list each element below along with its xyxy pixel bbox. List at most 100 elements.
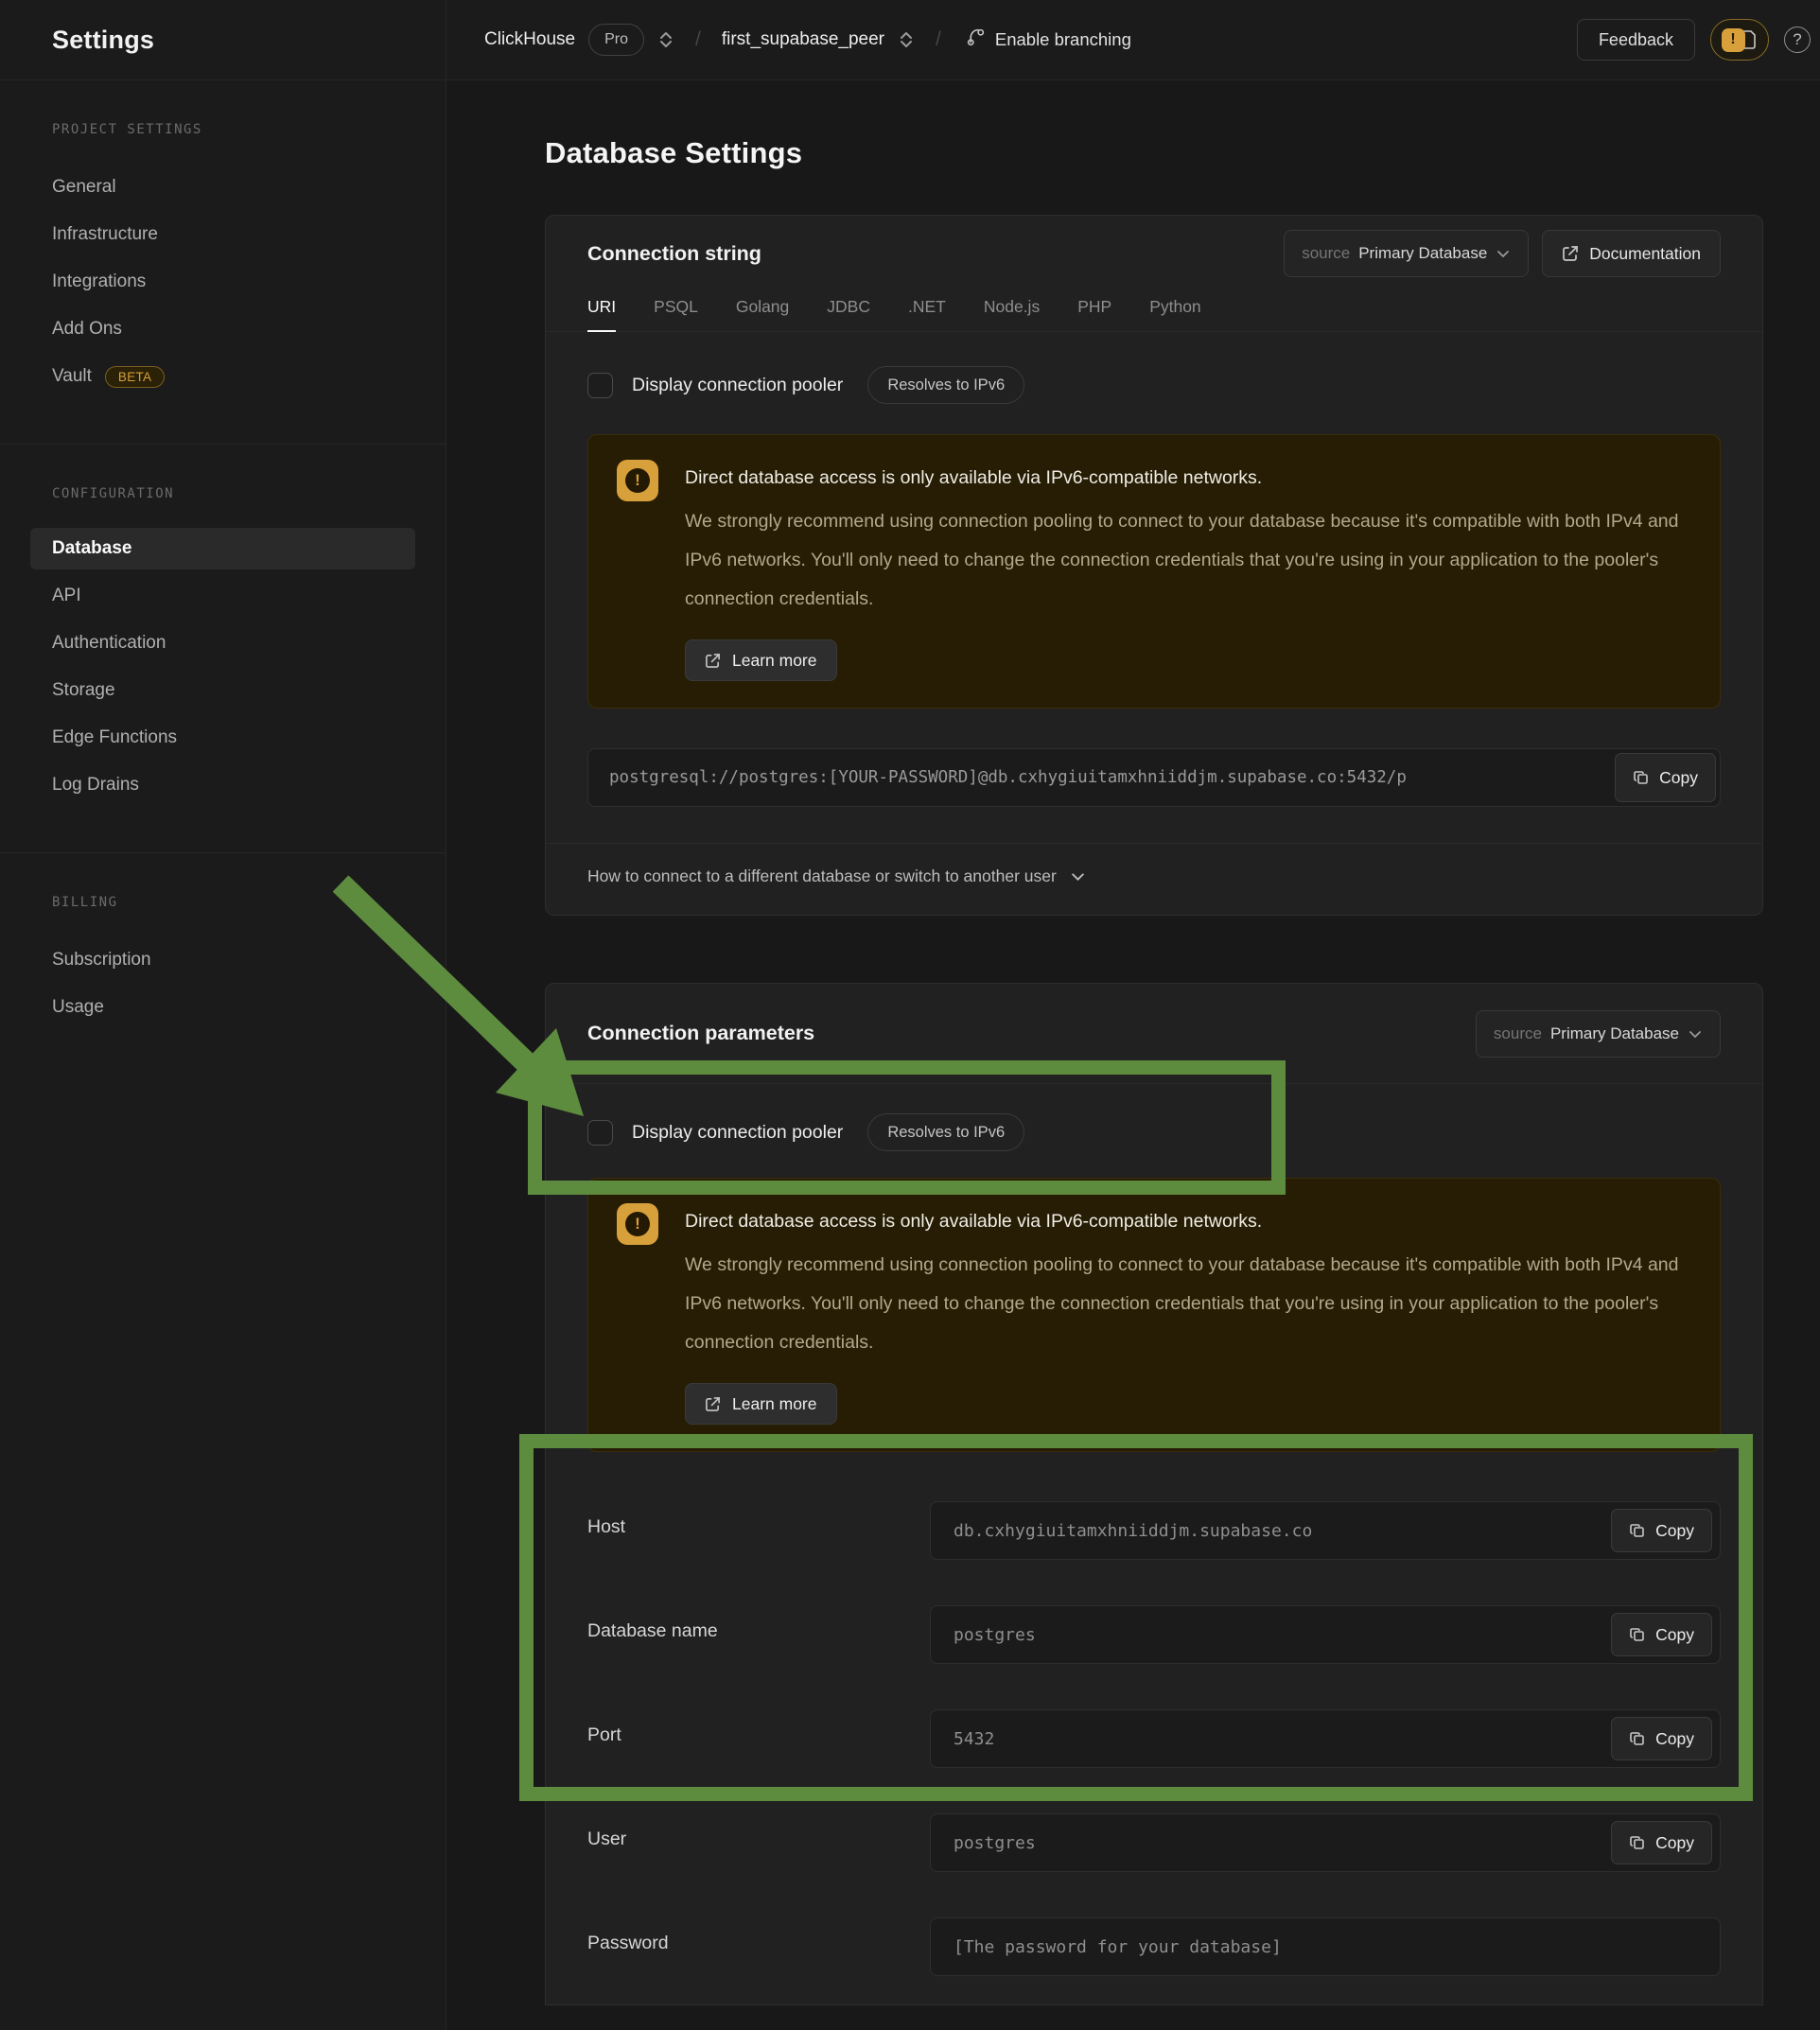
connection-uri-field[interactable]: postgresql://postgres:[YOUR-PASSWORD]@db…: [587, 748, 1721, 807]
sidebar-item-api[interactable]: API: [30, 572, 415, 620]
learn-more-button[interactable]: Learn more: [685, 1383, 837, 1425]
sidebar-item-authentication[interactable]: Authentication: [30, 620, 415, 667]
warning-body: We strongly recommend using connection p…: [685, 1246, 1688, 1362]
warning-icon: !: [617, 460, 658, 501]
connection-parameters-title: Connection parameters: [587, 1022, 814, 1045]
source-label: source: [1302, 244, 1350, 263]
copy-icon: [1629, 1730, 1646, 1747]
sidebar-item-label: Log Drains: [52, 775, 139, 796]
parameter-value-field[interactable]: db.cxhygiuitamxhniiddjm.supabase.co Copy: [930, 1501, 1721, 1560]
breadcrumb-project[interactable]: first_supabase_peer: [722, 29, 884, 50]
sidebar-item-infrastructure[interactable]: Infrastructure: [30, 211, 415, 258]
enable-branching-button[interactable]: Enable branching: [966, 27, 1131, 52]
sidebar-item-subscription[interactable]: Subscription: [30, 936, 415, 984]
org-switcher-icon[interactable]: [657, 30, 674, 49]
documentation-button[interactable]: Documentation: [1542, 230, 1721, 277]
help-button[interactable]: ?: [1784, 26, 1811, 53]
warning-title: Direct database access is only available…: [685, 1211, 1688, 1233]
copy-icon: [1629, 1834, 1646, 1851]
tab-nodejs[interactable]: Node.js: [984, 297, 1040, 331]
source-label: source: [1494, 1024, 1542, 1043]
tab-psql[interactable]: PSQL: [654, 297, 698, 331]
parameter-value-field[interactable]: postgres Copy: [930, 1605, 1721, 1664]
how-to-connect-expander[interactable]: How to connect to a different database o…: [546, 844, 1762, 915]
external-link-icon: [705, 1396, 721, 1412]
sidebar-item-storage[interactable]: Storage: [30, 667, 415, 714]
feedback-button[interactable]: Feedback: [1577, 19, 1695, 61]
sidebar-item-usage[interactable]: Usage: [30, 984, 415, 1031]
learn-more-button[interactable]: Learn more: [685, 639, 837, 681]
copy-icon: [1629, 1522, 1646, 1539]
sidebar-item-label: Subscription: [52, 950, 151, 971]
topbar-actions: Feedback ! ?: [1577, 19, 1820, 61]
tab-net[interactable]: .NET: [908, 297, 946, 331]
alert-badge-icon: !: [1722, 28, 1745, 52]
parameter-label: Host: [587, 1501, 930, 1538]
database-settings-title: Database Settings: [545, 136, 1820, 170]
tab-jdbc[interactable]: JDBC: [827, 297, 870, 331]
external-link-icon: [705, 653, 721, 669]
breadcrumb: ClickHouse Pro / first_supabase_peer / E…: [446, 24, 1577, 56]
copy-button[interactable]: Copy: [1611, 1509, 1712, 1552]
parameter-value-field[interactable]: postgres Copy: [930, 1813, 1721, 1872]
source-value: Primary Database: [1550, 1024, 1679, 1043]
project-switcher-icon[interactable]: [898, 30, 915, 49]
sidebar-item-integrations[interactable]: Integrations: [30, 258, 415, 306]
resolves-ipv6-badge: Resolves to IPv6: [867, 1113, 1024, 1151]
parameter-label: Password: [587, 1917, 930, 1954]
sidebar-item-edge-functions[interactable]: Edge Functions: [30, 714, 415, 761]
parameter-row: Password [The password for your database…: [587, 1917, 1721, 1976]
sidebar-item-vault[interactable]: Vault BETA: [30, 353, 415, 400]
connection-parameters-card: Connection parameters source Primary Dat…: [545, 983, 1763, 2005]
sidebar-item-label: Vault: [52, 366, 92, 387]
ipv6-warning-panel: ! Direct database access is only availab…: [587, 1178, 1721, 1452]
copy-button[interactable]: Copy: [1611, 1613, 1712, 1656]
warning-title: Direct database access is only available…: [685, 467, 1688, 489]
tab-golang[interactable]: Golang: [736, 297, 789, 331]
breadcrumb-org[interactable]: ClickHouse: [484, 29, 575, 50]
git-branch-icon: [966, 27, 986, 52]
copy-button[interactable]: Copy: [1611, 1821, 1712, 1864]
parameter-label: Port: [587, 1709, 930, 1746]
parameter-value-field[interactable]: 5432 Copy: [930, 1709, 1721, 1768]
top-bar: Settings ClickHouse Pro / first_supabase…: [0, 0, 1820, 80]
parameter-row: User postgres Copy: [587, 1813, 1721, 1872]
external-link-icon: [1562, 245, 1579, 262]
tab-uri[interactable]: URI: [587, 297, 616, 331]
sidebar-item-log-drains[interactable]: Log Drains: [30, 761, 415, 809]
beta-badge: BETA: [105, 366, 165, 388]
sidebar-item-label: Authentication: [52, 633, 166, 654]
connection-string-card: Connection string source Primary Databas…: [545, 215, 1763, 916]
display-connection-pooler-checkbox[interactable]: [587, 373, 613, 398]
copy-button[interactable]: Copy: [1611, 1717, 1712, 1760]
resolves-ipv6-badge: Resolves to IPv6: [867, 366, 1024, 404]
warning-body: We strongly recommend using connection p…: [685, 502, 1688, 619]
connection-string-title: Connection string: [587, 242, 761, 266]
pooler-label: Display connection pooler: [632, 1122, 843, 1144]
notifications-button[interactable]: !: [1710, 19, 1769, 61]
copy-uri-button[interactable]: Copy: [1615, 753, 1716, 802]
sidebar-item-label: Usage: [52, 997, 104, 1018]
tab-php[interactable]: PHP: [1077, 297, 1111, 331]
display-connection-pooler-checkbox[interactable]: [587, 1120, 613, 1146]
sidebar-item-database[interactable]: Database: [30, 528, 415, 569]
pooler-label: Display connection pooler: [632, 375, 843, 396]
warning-icon: !: [617, 1203, 658, 1245]
breadcrumb-separator: /: [695, 28, 701, 51]
sidebar: PROJECT SETTINGS General InfrastructureIn…: [0, 80, 446, 2030]
sidebar-section-header: PROJECT SETTINGS: [30, 122, 415, 137]
sidebar-item-general[interactable]: General: [30, 164, 415, 211]
sidebar-section-header: BILLING: [30, 895, 415, 910]
copy-icon: [1633, 769, 1650, 786]
parameter-value-field[interactable]: [The password for your database]: [930, 1917, 1721, 1976]
parameter-label: User: [587, 1813, 930, 1850]
page-title: Settings: [52, 26, 154, 55]
tab-python[interactable]: Python: [1149, 297, 1200, 331]
sidebar-item-label: API: [52, 586, 81, 606]
source-select[interactable]: source Primary Database: [1284, 230, 1529, 277]
sidebar-item-add-ons[interactable]: Add Ons: [30, 306, 415, 353]
chevron-down-icon: [1070, 868, 1086, 884]
source-select[interactable]: source Primary Database: [1476, 1010, 1721, 1058]
sidebar-item-label: General: [52, 177, 116, 198]
parameter-row: Database name postgres Copy: [587, 1605, 1721, 1664]
